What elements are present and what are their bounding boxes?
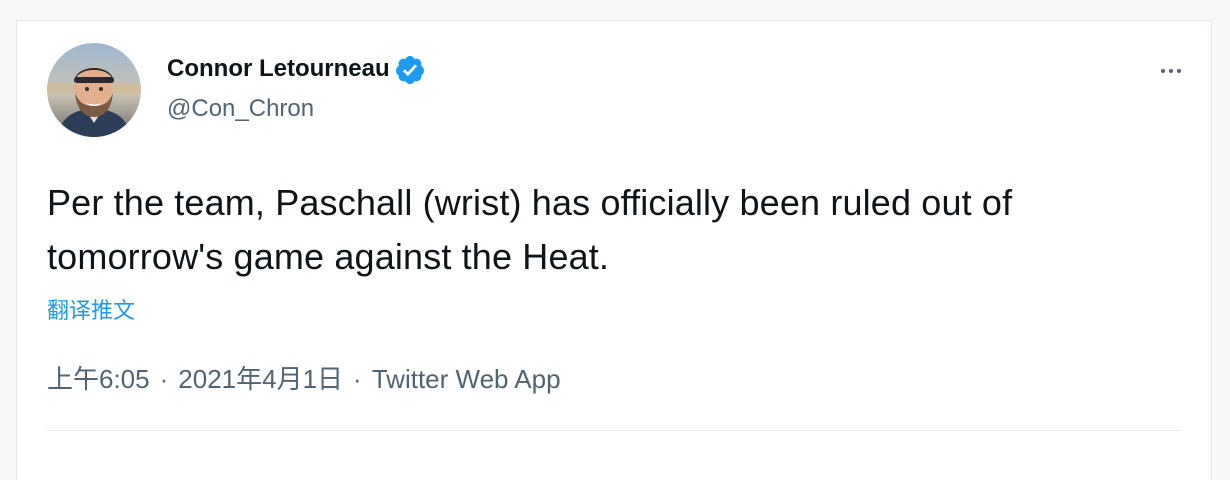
divider — [47, 430, 1181, 431]
tweet-date[interactable]: 2021年4月1日 — [178, 361, 343, 397]
tweet-time[interactable]: 上午6:05 — [47, 361, 150, 397]
author-name[interactable]: Connor Letourneau — [167, 52, 390, 86]
avatar[interactable] — [47, 43, 141, 137]
more-dot — [1177, 69, 1181, 73]
more-options-icon[interactable] — [1151, 61, 1191, 81]
tweet-card: Connor Letourneau @Con_Chron Per the tea… — [16, 20, 1212, 480]
tweet-text: Per the team, Paschall (wrist) has offic… — [47, 182, 1013, 277]
meta-separator: · — [353, 364, 362, 394]
author-handle[interactable]: @Con_Chron — [167, 92, 426, 126]
verified-badge-icon — [395, 55, 424, 84]
more-dot — [1169, 69, 1173, 73]
tweet-meta: 上午6:05 · 2021年4月1日 · Twitter Web App — [47, 361, 561, 397]
translate-tweet-link[interactable]: 翻译推文 — [47, 293, 135, 325]
avatar-image — [47, 43, 141, 137]
author-block: Connor Letourneau @Con_Chron — [167, 52, 426, 126]
more-dot — [1161, 69, 1165, 73]
tweet-source[interactable]: Twitter Web App — [372, 361, 561, 397]
meta-separator: · — [159, 364, 169, 394]
